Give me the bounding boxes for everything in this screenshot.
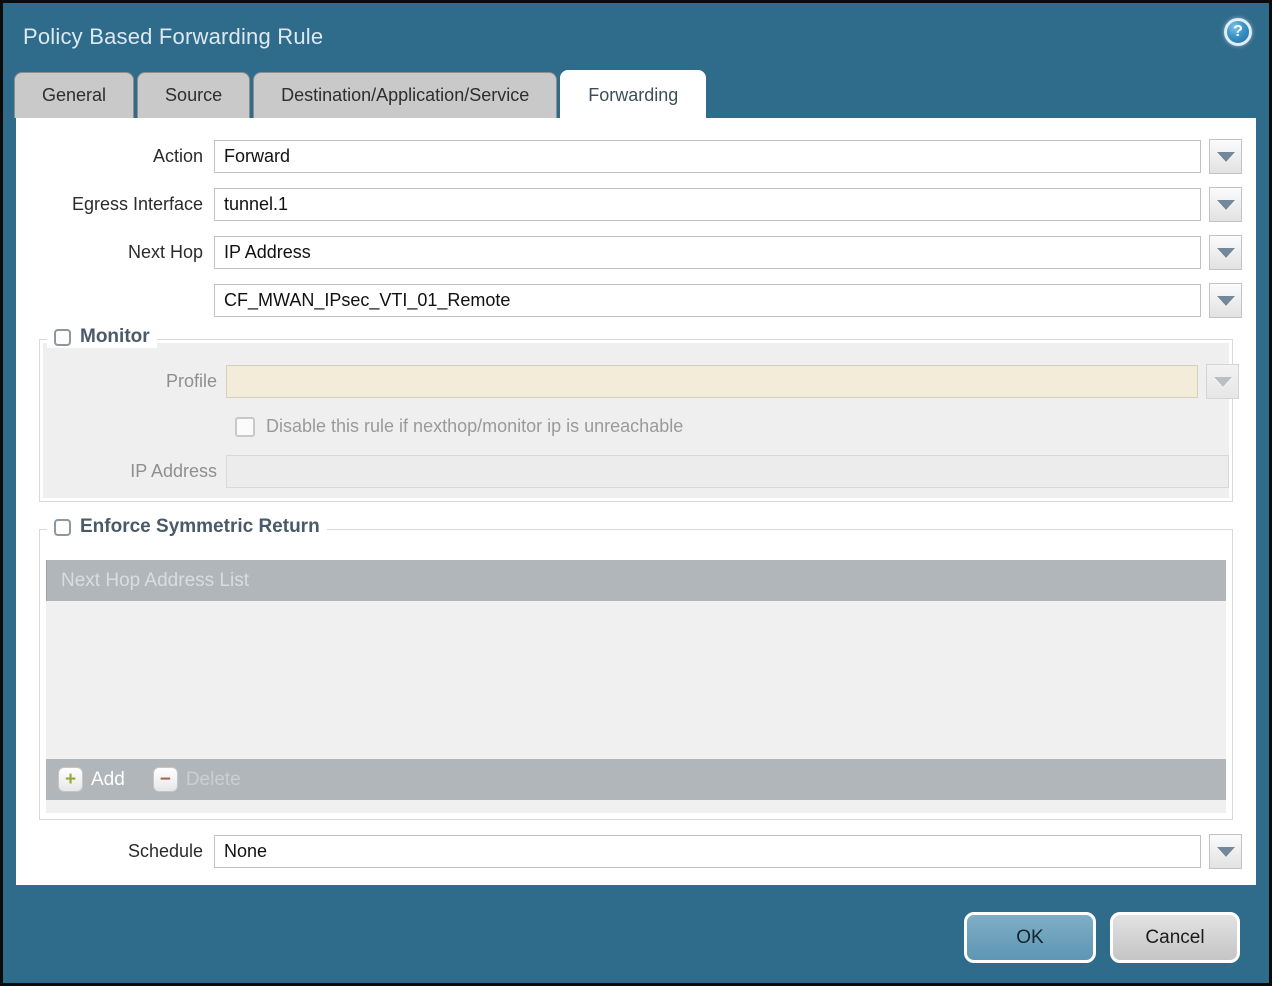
tab-general[interactable]: General [14, 72, 134, 118]
monitor-legend: Monitor [47, 326, 157, 348]
schedule-label: Schedule [16, 841, 214, 862]
delete-button-label: Delete [186, 769, 241, 791]
enforce-symmetric-return-checkbox[interactable] [54, 519, 71, 536]
tab-content-forwarding: Action Egress Interface Next Hop [16, 118, 1256, 885]
dialog-footer: OK Cancel [3, 885, 1269, 963]
tab-destination-application-service[interactable]: Destination/Application/Service [253, 72, 557, 118]
action-label: Action [16, 146, 214, 167]
monitor-ip-address-row: IP Address [43, 455, 1229, 488]
add-button-label: Add [91, 769, 125, 791]
add-button[interactable]: + Add [58, 767, 125, 792]
next-hop-address-list-header: Next Hop Address List [46, 560, 1226, 601]
next-hop-type-input[interactable] [214, 236, 1201, 269]
chevron-down-icon [1217, 200, 1235, 210]
monitor-label: Monitor [80, 326, 150, 348]
next-hop-address-dropdown-button[interactable] [1209, 283, 1242, 318]
next-hop-address-input[interactable] [214, 284, 1201, 317]
egress-interface-label: Egress Interface [16, 194, 214, 215]
chevron-down-icon [1217, 152, 1235, 162]
action-row: Action [16, 139, 1256, 174]
enforce-symmetric-return-fieldset: Enforce Symmetric Return Next Hop Addres… [39, 529, 1233, 820]
next-hop-address-list-table: Next Hop Address List + Add − Delete [46, 560, 1226, 813]
action-dropdown-button[interactable] [1209, 139, 1242, 174]
chevron-down-icon [1217, 248, 1235, 258]
egress-interface-input[interactable] [214, 188, 1201, 221]
monitor-panel: Profile Disable this rule if nexthop/mon… [43, 343, 1229, 498]
dialog-policy-based-forwarding-rule: Policy Based Forwarding Rule ? General S… [0, 0, 1272, 986]
profile-row: Profile [43, 364, 1229, 399]
profile-dropdown-button[interactable] [1206, 364, 1239, 399]
disable-rule-checkbox[interactable] [235, 417, 255, 437]
egress-interface-dropdown-button[interactable] [1209, 187, 1242, 222]
chevron-down-icon [1217, 847, 1235, 857]
enforce-symmetric-return-legend: Enforce Symmetric Return [47, 516, 327, 538]
profile-input[interactable] [226, 365, 1198, 398]
help-icon[interactable]: ? [1224, 18, 1252, 46]
monitor-ip-address-input[interactable] [226, 455, 1229, 488]
chevron-down-icon [1214, 377, 1232, 387]
next-hop-label: Next Hop [16, 242, 214, 263]
enforce-symmetric-return-label: Enforce Symmetric Return [80, 516, 320, 538]
chevron-down-icon [1217, 296, 1235, 306]
next-hop-row: Next Hop [16, 235, 1256, 270]
profile-label: Profile [43, 371, 226, 392]
schedule-row: Schedule [16, 834, 1256, 869]
cancel-button[interactable]: Cancel [1110, 912, 1240, 963]
plus-icon: + [58, 767, 83, 792]
tab-bar: General Source Destination/Application/S… [3, 70, 1269, 118]
ok-button[interactable]: OK [964, 912, 1096, 963]
monitor-ip-address-label: IP Address [43, 461, 226, 482]
schedule-input[interactable] [214, 835, 1201, 868]
next-hop-address-list-body[interactable] [46, 601, 1226, 759]
tab-forwarding[interactable]: Forwarding [560, 70, 706, 118]
disable-rule-row: Disable this rule if nexthop/monitor ip … [235, 416, 1229, 437]
egress-interface-row: Egress Interface [16, 187, 1256, 222]
delete-button[interactable]: − Delete [153, 767, 241, 792]
tab-source[interactable]: Source [137, 72, 250, 118]
schedule-dropdown-button[interactable] [1209, 834, 1242, 869]
next-hop-type-dropdown-button[interactable] [1209, 235, 1242, 270]
next-hop-address-list-toolbar: + Add − Delete [46, 759, 1226, 800]
monitor-checkbox[interactable] [54, 329, 71, 346]
dialog-titlebar: Policy Based Forwarding Rule ? [3, 3, 1269, 70]
table-bottom-strip [46, 800, 1226, 813]
dialog-title: Policy Based Forwarding Rule [23, 24, 323, 50]
monitor-fieldset: Monitor Profile Disable this rule if nex… [39, 339, 1233, 502]
action-input[interactable] [214, 140, 1201, 173]
minus-icon: − [153, 767, 178, 792]
disable-rule-label: Disable this rule if nexthop/monitor ip … [266, 416, 683, 437]
next-hop-address-row [16, 283, 1256, 318]
